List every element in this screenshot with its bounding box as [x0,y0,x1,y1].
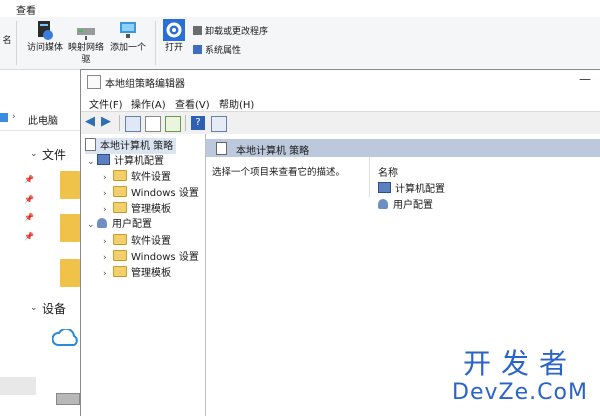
computer-icon [0,113,8,122]
breadcrumb-separator: › [12,112,16,122]
folder-icon[interactable] [60,214,80,242]
chevron-down-icon[interactable]: ⌄ [30,149,38,159]
chevron-down-icon[interactable]: ⌄ [87,155,97,169]
site-watermark: 开发者 DevZe.CoM [445,348,595,406]
computer-config-icon [378,182,391,193]
column-divider [369,157,370,197]
pin-icon[interactable]: 📌 [24,232,34,241]
tab-view[interactable]: 查看 [16,2,36,17]
folder-icon [113,266,127,277]
ribbon-divider [16,21,17,65]
address-bar[interactable]: › 此电脑 [0,108,80,131]
cloud-icon[interactable] [51,327,78,347]
add-network-location-button[interactable]: 添加一个 [106,19,150,54]
folder-icon [113,170,127,181]
pin-icon[interactable]: 📌 [24,175,34,184]
tree-item-user-windows[interactable]: › Windows 设置 [103,250,199,265]
uninstall-program-link[interactable]: 卸载或更改程序 [193,26,268,38]
menu-view[interactable]: 查看(V) [175,96,210,111]
chevron-down-icon[interactable]: ⌄ [87,218,97,232]
policy-document-icon [216,142,227,155]
chevron-right-icon[interactable]: › [103,267,113,281]
minimize-button[interactable]: — [579,72,591,86]
open-settings-button[interactable]: 打开 [160,19,188,54]
system-properties-link[interactable]: 系统属性 [193,45,241,57]
chevron-right-icon[interactable]: › [103,235,113,249]
export-list-icon[interactable] [165,116,181,132]
policy-tree: 本地计算机 策略 ⌄ 计算机配置 › 软件设置 › Windows 设置 › 管理模板 … [81,134,206,416]
show-hide-pane-icon[interactable] [211,116,227,132]
tree-item-user-config[interactable]: ⌄ 用户配置 [87,218,152,232]
watermark-line-2: DevZe.CoM [452,380,588,405]
gear-icon [163,19,185,41]
policy-editor-icon [87,75,101,89]
list-item-computer-config[interactable]: 计算机配置 [378,180,445,195]
folder-icon [113,202,127,213]
network-drive-icon [75,19,97,41]
window-title: 本地组策略编辑器 [105,79,185,90]
menu-action[interactable]: 操作(A) [131,96,166,111]
explorer-content: ⌄ 文件 📌 📌 📌 📌 ⌄ 设备 [0,131,80,415]
policy-document-icon [85,138,96,151]
menu-bar: 文件(F) 操作(A) 查看(V) 帮助(H) [81,94,600,111]
user-config-icon [97,218,107,228]
chevron-down-icon[interactable]: ⌄ [30,303,38,313]
toolbar-divider [185,115,186,131]
network-location-icon [117,19,139,41]
tree-item-computer-config[interactable]: ⌄ 计算机配置 [87,154,164,169]
access-media-button[interactable]: 访问媒体 [22,19,68,54]
forward-arrow-icon[interactable]: ▶ [101,114,115,129]
user-config-icon [378,199,388,209]
ribbon-cut-label: 名 [2,36,12,46]
section-devices-heading: 设备 [42,302,67,316]
toolbar-divider [119,115,120,131]
details-header: 本地计算机 策略 [206,139,600,157]
item-description: 选择一个项目来查看它的描述。 [212,167,346,178]
help-icon[interactable]: ? [191,116,205,130]
show-tree-icon[interactable] [125,116,141,132]
media-server-icon [34,19,56,41]
back-arrow-icon[interactable]: ◀ [85,114,99,129]
chevron-right-icon[interactable]: › [103,251,113,265]
tree-item-root[interactable]: 本地计算机 策略 [85,138,177,154]
tree-item-user-software[interactable]: › 软件设置 [103,234,171,249]
tree-item-computer-software[interactable]: › 软件设置 [103,170,171,185]
folder-icon [113,234,127,245]
drive-icon[interactable] [56,393,80,405]
watermark-line-1: 开发者 [462,347,577,380]
explorer-tab-bar: 查看 [0,0,600,18]
breadcrumb-this-pc[interactable]: 此电脑 [28,112,58,127]
ribbon-divider [155,21,156,65]
folder-icon[interactable] [60,259,80,287]
folder-icon[interactable] [60,171,80,199]
properties-icon[interactable] [145,116,161,132]
list-item-user-config[interactable]: 用户配置 [378,196,433,211]
chevron-right-icon[interactable]: › [103,203,113,217]
selected-row[interactable] [0,377,36,395]
folder-icon [113,250,127,261]
column-header-name[interactable]: 名称 [378,164,398,179]
tree-item-computer-windows[interactable]: › Windows 设置 [103,186,199,201]
chevron-right-icon[interactable]: › [103,187,113,201]
details-header-title: 本地计算机 策略 [236,146,310,157]
pin-icon[interactable]: 📌 [24,195,34,204]
folder-icon [113,186,127,197]
system-icon [193,45,202,54]
map-network-drive-button[interactable]: 映射网络 驱 [66,19,106,66]
pin-icon[interactable]: 📌 [24,213,34,222]
program-icon [193,26,202,35]
toolbar: ◀ ▶ ? [81,111,600,135]
tree-item-computer-admin-templates[interactable]: › 管理模板 [103,202,171,217]
title-bar: 本地组策略编辑器 — [81,70,600,94]
explorer-ribbon: 名 访问媒体 映射网络 驱 添加一个 打开 卸载或更改程序 系统属性 [0,17,600,70]
menu-file[interactable]: 文件(F) [89,96,123,111]
tree-item-user-admin-templates[interactable]: › 管理模板 [103,266,171,281]
section-files-heading: 文件 [42,148,67,162]
menu-help[interactable]: 帮助(H) [219,96,254,111]
chevron-right-icon[interactable]: › [103,171,113,185]
computer-config-icon [97,154,110,165]
